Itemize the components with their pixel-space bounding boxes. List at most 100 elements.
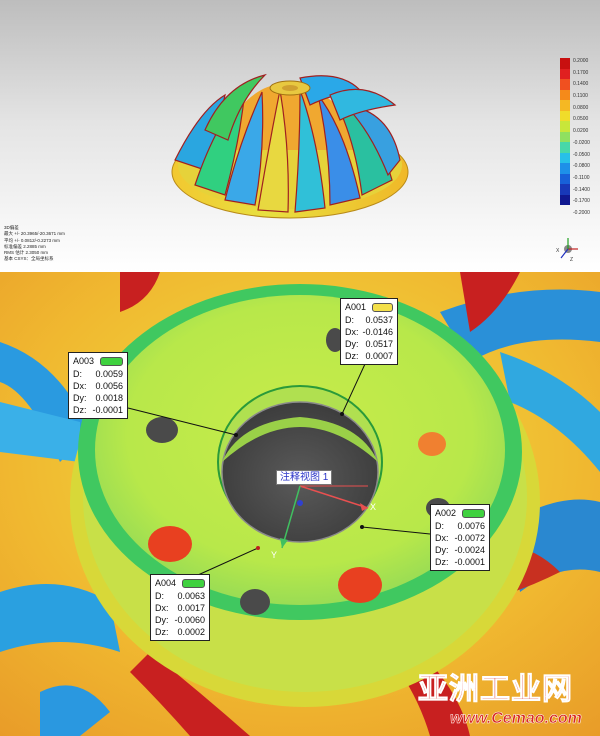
colorbar-segment xyxy=(560,152,570,163)
annotation-row-dx: Dx: -0.0146 xyxy=(345,326,393,338)
deviation-stats: 3D偏差 最大 +/- 20.3965/-20.3671 mm 平均 +/- 0… xyxy=(4,225,65,263)
annotation-value: 0.0537 xyxy=(365,315,393,325)
colorbar-segment xyxy=(560,121,570,132)
annotation-row-dz: Dz: 0.0007 xyxy=(345,350,393,362)
annotation-key: Dy: xyxy=(73,393,87,403)
axis-triad-icon[interactable]: X Z xyxy=(556,236,580,262)
annotation-value: 0.0517 xyxy=(365,339,393,349)
annotation-row-dy: Dy: 0.0018 xyxy=(73,392,123,404)
colorbar-label: -0.1400 xyxy=(573,186,590,193)
annotation-id: A003 xyxy=(73,356,95,366)
colorbar-label: -0.0500 xyxy=(573,151,590,158)
annotation-a003[interactable]: A003 D: 0.0059 Dx: 0.0056 Dy: 0.0018 Dz: -0.0001 xyxy=(68,352,128,419)
colorbar-label: -0.2000 xyxy=(573,210,590,216)
annotation-value: 0.0076 xyxy=(457,521,485,531)
colorbar-label: 0.1700 xyxy=(573,69,589,76)
watermark: 亚洲工业网 www.Cemao.com xyxy=(410,662,600,736)
annotation-key: Dx: xyxy=(73,381,87,391)
colorbar-segment xyxy=(560,68,570,79)
svg-text:X: X xyxy=(556,248,560,254)
colorbar-label: -0.0200 xyxy=(573,139,590,146)
annotation-viewport[interactable]: A001 D: 0.0537 Dx: -0.0146 Dy: 0.0517 Dz: 0.0007… xyxy=(0,272,600,736)
annotation-row-dy: Dy: -0.0024 xyxy=(435,544,485,556)
annotation-key: Dy: xyxy=(435,545,449,555)
annotation-value: -0.0072 xyxy=(454,533,485,543)
colorbar-segment xyxy=(560,100,570,111)
annotation-row-dy: Dy: -0.0060 xyxy=(155,614,205,626)
stats-max: 最大 +/- 20.3965/-20.3671 mm xyxy=(4,231,65,237)
annotation-row-dz: Dz: -0.0001 xyxy=(73,404,123,416)
annotation-row-d: D: 0.0076 xyxy=(435,520,485,532)
colorbar-segment xyxy=(560,194,570,205)
annotation-key: D: xyxy=(435,521,444,531)
colorbar-label: 0.0500 xyxy=(573,116,589,123)
annotation-value: 0.0059 xyxy=(95,369,123,379)
annotation-row-dx: Dx: -0.0072 xyxy=(435,532,485,544)
colorbar-label: 0.2000 xyxy=(573,58,589,64)
annotation-value: 0.0018 xyxy=(95,393,123,403)
annotation-value: -0.0024 xyxy=(454,545,485,555)
annotation-key: Dx: xyxy=(435,533,449,543)
annotation-key: Dx: xyxy=(345,327,359,337)
annotation-value: 0.0002 xyxy=(177,627,205,637)
annotation-row-d: D: 0.0063 xyxy=(155,590,205,602)
colorbar-segment xyxy=(560,58,570,69)
colorbar-segment xyxy=(560,110,570,121)
deviation-colorbar xyxy=(560,58,570,216)
annotation-value: 0.0007 xyxy=(365,351,393,361)
annotation-value: -0.0060 xyxy=(174,615,205,625)
annotation-key: Dy: xyxy=(155,615,169,625)
annotation-value: 0.0063 xyxy=(177,591,205,601)
annotation-key: Dz: xyxy=(155,627,169,637)
annotation-id: A004 xyxy=(155,578,177,588)
colorbar-segment xyxy=(560,131,570,142)
annotation-a001[interactable]: A001 D: 0.0537 Dx: -0.0146 Dy: 0.0517 Dz: 0.0007 xyxy=(340,298,398,365)
status-pill xyxy=(182,578,205,588)
colorbar-label: 0.1400 xyxy=(573,81,589,88)
annotation-key: Dy: xyxy=(345,339,359,349)
colorbar-label: 0.1100 xyxy=(573,93,588,100)
annotation-key: Dx: xyxy=(155,603,169,613)
annotation-row-dz: Dz: 0.0002 xyxy=(155,626,205,638)
colorbar-label: -0.1700 xyxy=(573,198,590,205)
x-axis-label: X xyxy=(370,502,377,512)
status-pill xyxy=(462,508,485,518)
watermark-url: www.Cemao.com xyxy=(450,710,582,728)
annotation-key: Dz: xyxy=(73,405,87,415)
view-label[interactable]: 注释视图 1 xyxy=(276,470,333,485)
colorbar-segment xyxy=(560,79,570,90)
colorbar-segment xyxy=(560,163,570,174)
annotation-a004[interactable]: A004 D: 0.0063 Dx: 0.0017 Dy: -0.0060 Dz: 0.0002 xyxy=(150,574,210,641)
annotation-key: D: xyxy=(73,369,82,379)
stats-mean: 平均 +/- 0.0812/-0.2273 mm xyxy=(4,237,60,243)
annotation-value: -0.0146 xyxy=(362,327,393,337)
annotation-key: Dz: xyxy=(345,351,359,361)
colorbar-label: -0.0800 xyxy=(573,163,590,170)
status-pill xyxy=(100,356,123,366)
colorbar-segment xyxy=(560,142,570,153)
annotation-row-dy: Dy: 0.0517 xyxy=(345,338,393,350)
annotation-row-dx: Dx: 0.0056 xyxy=(73,380,123,392)
watermark-title: 亚洲工业网 xyxy=(418,672,573,708)
annotation-id: A001 xyxy=(345,302,367,312)
colorbar-segment xyxy=(560,89,570,100)
annotation-a002[interactable]: A002 D: 0.0076 Dx: -0.0072 Dy: -0.0024 Dz: -0.00… xyxy=(430,504,490,571)
y-axis-label: Y xyxy=(271,550,278,560)
overview-viewport[interactable]: 0.2000 0.1700 0.1400 0.1100 0.0800 0.0500 0.02… xyxy=(0,0,600,272)
annotation-key: Dz: xyxy=(435,557,449,567)
annotation-value: 0.0017 xyxy=(177,603,205,613)
annotation-key: D: xyxy=(345,315,354,325)
colorbar-label: 0.0800 xyxy=(573,104,589,111)
colorbar-labels: 0.2000 0.1700 0.1400 0.1100 0.0800 0.0500 0.02… xyxy=(573,58,599,216)
status-pill xyxy=(372,302,393,312)
annotation-row-d: D: 0.0537 xyxy=(345,314,393,326)
stats-csys: 基本 CSYS：全局坐标系 xyxy=(4,256,54,262)
annotation-id: A002 xyxy=(435,508,457,518)
impeller-model xyxy=(171,73,409,219)
annotation-value: 0.0056 xyxy=(95,381,123,391)
annotation-value: -0.0001 xyxy=(454,557,485,567)
colorbar-segment xyxy=(560,173,570,184)
svg-text:Z: Z xyxy=(570,257,573,262)
annotation-key: D: xyxy=(155,591,164,601)
colorbar-label: 0.0200 xyxy=(573,128,589,135)
